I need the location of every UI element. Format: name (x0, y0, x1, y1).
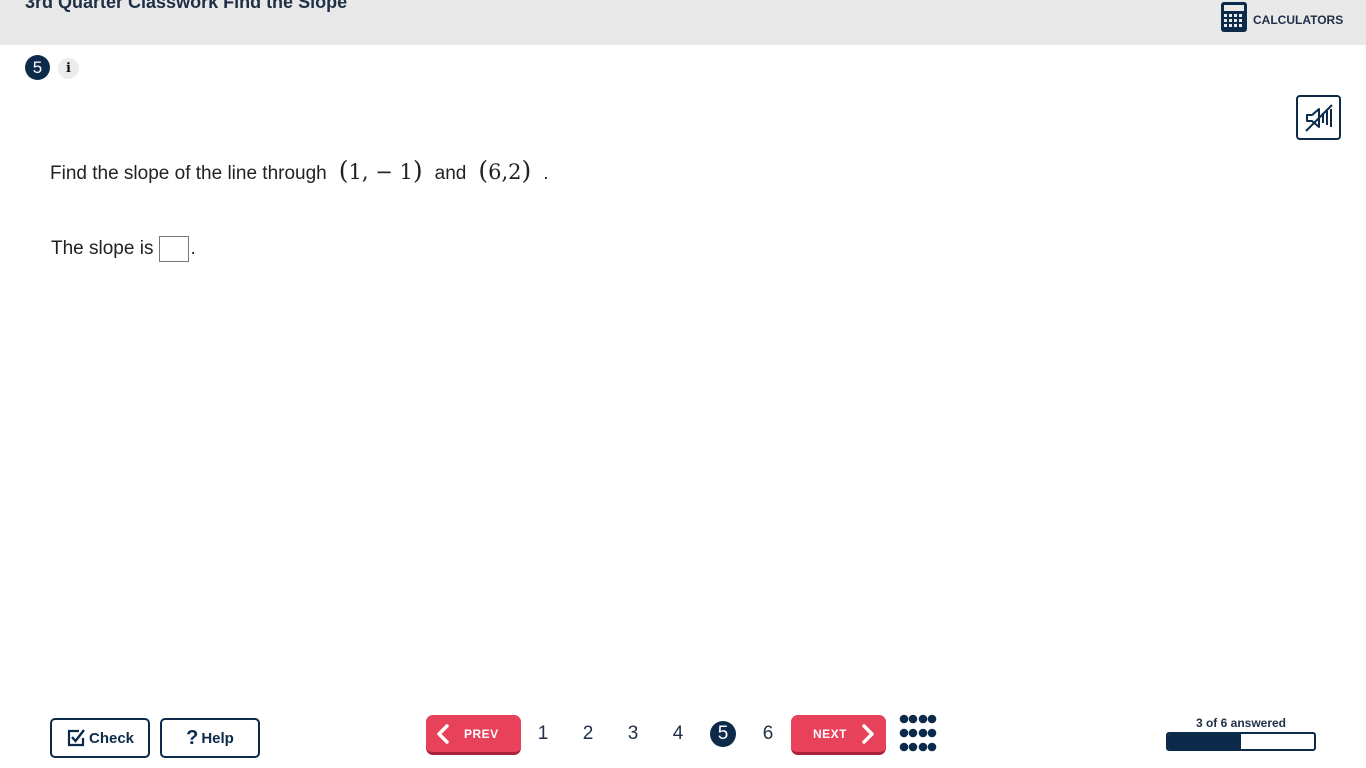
page-link-4[interactable]: 4 (665, 721, 691, 747)
answer-period: . (190, 238, 196, 259)
question-prompt: Find the slope of the line through (1, −… (50, 156, 549, 185)
chevron-right-icon (862, 723, 874, 744)
prev-button[interactable]: PREV (426, 715, 521, 755)
calculators-button[interactable]: CALCULATORS (1220, 2, 1343, 32)
point-two: (6,2) (478, 156, 532, 185)
check-label: Check (88, 729, 135, 747)
question-mark-icon: ? (186, 727, 199, 749)
page-link-2[interactable]: 2 (575, 721, 601, 747)
page-link-6[interactable]: 6 (755, 721, 781, 747)
slope-answer-input[interactable] (159, 236, 190, 262)
info-button[interactable]: i (58, 58, 79, 79)
progress-bar (1166, 732, 1316, 751)
prompt-period: . (543, 163, 549, 184)
next-label: NEXT (813, 726, 848, 741)
next-button[interactable]: NEXT (791, 715, 886, 755)
read-aloud-button[interactable] (1296, 95, 1341, 140)
page-link-1[interactable]: 1 (530, 721, 556, 747)
prompt-connector: and (434, 163, 467, 184)
answer-label: The slope is (51, 238, 154, 259)
prev-label: PREV (464, 726, 499, 741)
grid-dots-icon[interactable] (899, 714, 937, 752)
checkbox-icon (67, 729, 85, 747)
progress-fill (1168, 734, 1241, 749)
help-label: Help (201, 729, 234, 747)
calculator-icon (1221, 2, 1247, 32)
progress-text: 3 of 6 answered (1195, 716, 1287, 730)
page-title: 3rd Quarter Classwork Find the Slope (25, 0, 348, 12)
calculators-label: CALCULATORS (1253, 12, 1344, 27)
help-button[interactable]: ? Help (160, 718, 260, 758)
answer-line: The slope is . (51, 236, 196, 262)
info-icon: i (66, 61, 71, 76)
page-link-3[interactable]: 3 (620, 721, 646, 747)
point-one: (1, − 1) (338, 156, 423, 185)
page-link-5-current[interactable]: 5 (710, 721, 736, 747)
check-button[interactable]: Check (50, 718, 150, 758)
chevron-left-icon (437, 723, 449, 744)
audio-muted-icon (1304, 103, 1333, 132)
question-number-badge: 5 (25, 55, 50, 80)
prompt-text: Find the slope of the line through (50, 163, 327, 184)
header-bar: 3rd Quarter Classwork Find the Slope CAL… (0, 0, 1366, 45)
